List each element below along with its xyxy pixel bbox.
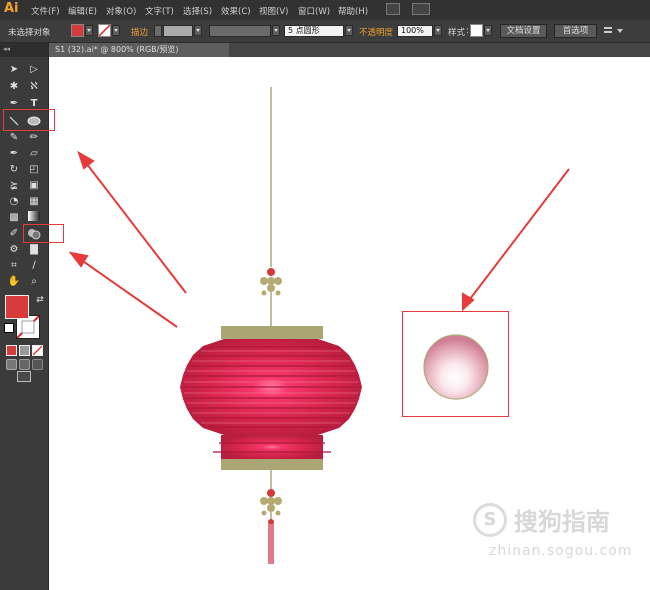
width-tool-icon[interactable]: ⪶	[6, 179, 22, 193]
opacity-label[interactable]: 不透明度	[359, 26, 393, 38]
gradient-icon	[28, 211, 40, 221]
menu-file[interactable]: 文件(F)	[31, 5, 60, 17]
watermark: S 搜狗指南	[473, 502, 610, 537]
none-slash-icon	[99, 25, 110, 36]
draw-behind-button[interactable]	[19, 359, 30, 370]
pencil-tool-icon[interactable]: ✏	[26, 131, 42, 145]
opacity-dropdown[interactable]	[434, 25, 442, 36]
draw-normal-button[interactable]	[6, 359, 17, 370]
column-graph-tool-icon[interactable]: ▇	[26, 243, 42, 257]
scale-tool-icon[interactable]: ◰	[26, 163, 42, 177]
variable-width-profile[interactable]	[209, 25, 271, 37]
blob-brush-tool-icon[interactable]: ✒	[6, 147, 22, 161]
free-transform-tool-icon[interactable]: ▣	[26, 179, 42, 193]
toolbox-collapse[interactable]: ◂◂	[0, 43, 48, 57]
symbol-sprayer-tool-icon[interactable]: ⚙	[6, 243, 22, 257]
stroke-label[interactable]: 描边	[131, 26, 148, 38]
fill-dropdown[interactable]	[85, 25, 93, 36]
brush-dropdown[interactable]	[345, 25, 353, 36]
annotation-box-blend	[23, 224, 64, 243]
direct-selection-tool-icon[interactable]: ▷	[26, 63, 42, 77]
panel-menu-icon[interactable]	[603, 25, 627, 37]
app-logo: Ai	[4, 1, 19, 16]
annotation-arrows	[68, 150, 570, 328]
none-slash-icon	[32, 345, 43, 356]
lantern-tassel	[268, 524, 274, 564]
profile-dropdown[interactable]	[272, 25, 280, 36]
bridge-icon[interactable]	[386, 3, 400, 15]
watermark-url: zhinan.sogou.com	[489, 543, 633, 559]
swap-colors-icon[interactable]: ⇄	[32, 293, 48, 307]
magic-wand-tool-icon[interactable]: ✱	[6, 80, 22, 94]
slice-tool-icon[interactable]: ∕	[26, 259, 42, 273]
lantern-top-cap	[221, 326, 323, 339]
fill-color-box[interactable]	[5, 295, 29, 319]
gradient-tool-icon[interactable]	[26, 211, 42, 225]
menu-bar: Ai 文件(F) 编辑(E) 对象(O) 文字(T) 选择(S) 效果(C) 视…	[0, 0, 650, 20]
menu-window[interactable]: 窗口(W)	[298, 5, 330, 17]
eraser-tool-icon[interactable]: ▱	[26, 147, 42, 161]
lantern-bottom-knot	[260, 489, 282, 516]
shape-builder-tool-icon[interactable]: ◔	[6, 195, 22, 209]
perspective-grid-tool-icon[interactable]: ▦	[26, 195, 42, 209]
brush-definition[interactable]: 5 点圆形	[284, 25, 344, 37]
draw-inside-button[interactable]	[32, 359, 43, 370]
mesh-tool-icon[interactable]: ▩	[6, 211, 22, 225]
watermark-brand: 搜狗指南	[513, 508, 610, 536]
none-mode-button[interactable]	[32, 345, 43, 356]
menu-help[interactable]: 帮助(H)	[338, 5, 368, 17]
lasso-tool-icon[interactable]: ℵ	[26, 80, 42, 94]
lantern-body	[180, 339, 362, 435]
style-dropdown[interactable]	[484, 25, 492, 36]
color-mode-button[interactable]	[6, 345, 17, 356]
menu-view[interactable]: 视图(V)	[259, 5, 288, 17]
screen-mode-icon[interactable]	[17, 371, 31, 382]
annotation-box-line-ellipse	[3, 109, 55, 131]
stroke-weight-field[interactable]	[163, 25, 193, 37]
lantern-top-knot	[260, 268, 282, 326]
opacity-field[interactable]: 100%	[397, 25, 433, 37]
none-slash-icon	[16, 315, 40, 339]
style-swatch[interactable]	[470, 24, 483, 37]
menu-select[interactable]: 选择(S)	[183, 5, 212, 17]
menu-edit[interactable]: 编辑(E)	[68, 5, 97, 17]
zoom-tool-icon[interactable]: ⌕	[26, 275, 42, 289]
menu-object[interactable]: 对象(O)	[106, 5, 136, 17]
document-setup-button[interactable]: 文档设置	[500, 24, 547, 38]
default-colors-icon[interactable]	[4, 323, 14, 333]
artboard-tool-icon[interactable]: ⌗	[6, 259, 22, 273]
menu-effect[interactable]: 效果(C)	[221, 5, 251, 17]
control-bar: 未选择对象 描边 5 点圆形 不透明度 100% 样式 : 文档设置 首选项	[0, 20, 650, 43]
preferences-button[interactable]: 首选项	[554, 24, 597, 38]
document-tab[interactable]: S1 (32).ai* @ 800% (RGB/预览)	[49, 43, 229, 57]
paintbrush-tool-icon[interactable]: ✎	[6, 131, 22, 145]
stroke-weight-stepper[interactable]	[154, 25, 162, 37]
document-tab-bar: S1 (32).ai* @ 800% (RGB/预览)	[49, 43, 650, 57]
rotate-tool-icon[interactable]: ↻	[6, 163, 22, 177]
artboard-canvas[interactable]: S 搜狗指南 zhinan.sogou.com	[49, 57, 650, 590]
stroke-dropdown[interactable]	[112, 25, 120, 36]
sogou-logo-icon: S	[473, 502, 507, 537]
gradient-mode-button[interactable]	[19, 345, 30, 356]
stroke-weight-dropdown[interactable]	[194, 25, 202, 36]
annotation-box-circle	[402, 311, 509, 417]
arrange-documents-icon[interactable]	[412, 3, 430, 15]
selection-tool-icon[interactable]: ➤	[6, 63, 22, 77]
fill-swatch[interactable]	[71, 24, 84, 37]
selection-status: 未选择对象	[8, 28, 51, 38]
eyedropper-tool-icon[interactable]: ✐	[6, 227, 22, 241]
stroke-swatch[interactable]	[98, 24, 111, 37]
lantern-bottom-cap	[221, 459, 323, 470]
menu-type[interactable]: 文字(T)	[145, 5, 174, 17]
style-label: 样式	[448, 28, 466, 38]
hand-tool-icon[interactable]: ✋	[6, 275, 22, 289]
